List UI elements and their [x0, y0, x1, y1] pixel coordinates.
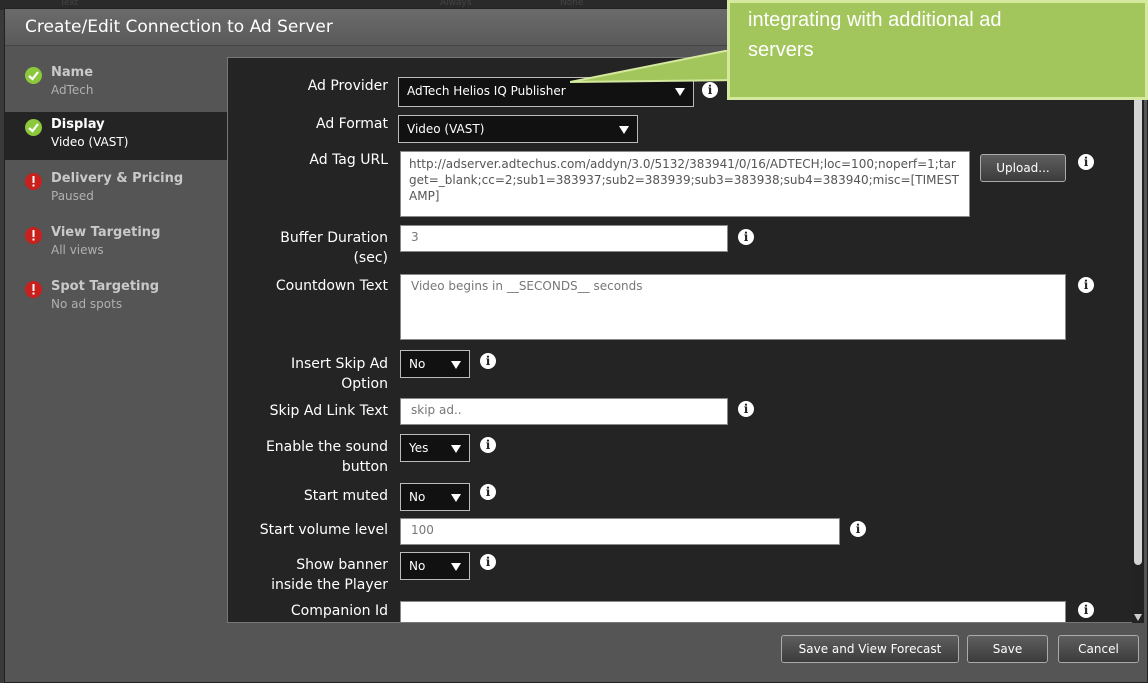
- buffer-duration-label: Buffer Duration (sec): [228, 228, 388, 268]
- info-icon[interactable]: i: [850, 521, 866, 537]
- sound-button-select[interactable]: Yes: [400, 434, 470, 462]
- scrollbar-thumb[interactable]: [1134, 97, 1142, 565]
- chevron-down-icon: [619, 126, 629, 134]
- info-icon[interactable]: i: [480, 484, 496, 500]
- connection-dialog: Create/Edit Connection to Ad Server Name…: [4, 8, 1148, 683]
- start-muted-select[interactable]: No: [400, 483, 470, 511]
- show-banner-select[interactable]: No: [400, 552, 470, 580]
- display-form-panel: Ad Provider AdTech Helios IQ Publisher i…: [227, 57, 1138, 623]
- sidebar-item-sub: All views: [51, 243, 104, 257]
- alert-icon: [25, 173, 42, 190]
- ad-format-select[interactable]: Video (VAST): [398, 115, 638, 143]
- info-icon[interactable]: i: [480, 353, 496, 369]
- callout-tooltip: integrating with additional ad servers: [727, 0, 1148, 100]
- label-line: (sec): [353, 250, 388, 266]
- show-banner-label: Show banner inside the Player: [228, 555, 388, 595]
- info-icon[interactable]: i: [480, 437, 496, 453]
- sidebar-item-display[interactable]: Display Video (VAST): [5, 112, 231, 160]
- callout-line: integrating with additional ad: [748, 9, 1002, 31]
- start-muted-value: No: [409, 490, 426, 504]
- start-volume-label: Start volume level: [259, 522, 388, 538]
- background-text: Always: [440, 0, 472, 8]
- dialog-title: Create/Edit Connection to Ad Server: [25, 17, 333, 37]
- sidebar-item-label: Display: [51, 117, 105, 132]
- ad-provider-value: AdTech Helios IQ Publisher: [407, 84, 566, 98]
- save-and-view-forecast-button[interactable]: Save and View Forecast: [781, 635, 959, 663]
- chevron-down-icon: [451, 563, 461, 571]
- info-icon[interactable]: i: [1078, 154, 1094, 170]
- countdown-text-label: Countdown Text: [275, 278, 388, 294]
- label-line: Option: [341, 376, 388, 392]
- label-line: Insert Skip Ad: [290, 356, 388, 372]
- sidebar-item-name[interactable]: Name AdTech: [5, 60, 227, 108]
- ad-provider-label: Ad Provider: [307, 78, 388, 94]
- callout-pointer: [570, 50, 740, 83]
- start-volume-field[interactable]: 100: [400, 518, 840, 545]
- sound-button-value: Yes: [409, 441, 429, 455]
- form-scrollbar[interactable]: [1132, 57, 1144, 623]
- insert-skip-label: Insert Skip Ad Option: [228, 354, 388, 394]
- insert-skip-value: No: [409, 357, 426, 371]
- background-text: None: [560, 0, 584, 8]
- alert-icon: [25, 227, 42, 244]
- ad-tag-url-label: Ad Tag URL: [309, 152, 388, 168]
- alert-icon: [25, 281, 42, 298]
- skip-link-text-label: Skip Ad Link Text: [269, 403, 388, 419]
- companion-id-label: Companion Id: [290, 603, 388, 619]
- sidebar-item-spot-targeting[interactable]: Spot Targeting No ad spots: [5, 274, 227, 322]
- label-line: Show banner: [296, 557, 388, 573]
- skip-link-text-field[interactable]: skip ad..: [400, 398, 728, 425]
- chevron-down-icon: [451, 445, 461, 453]
- sound-button-label: Enable the sound button: [228, 437, 388, 477]
- chevron-down-icon: [451, 494, 461, 502]
- sidebar-item-label: Name: [51, 65, 94, 80]
- show-banner-value: No: [409, 559, 426, 573]
- info-icon[interactable]: i: [738, 401, 754, 417]
- buffer-duration-field[interactable]: 3: [400, 225, 728, 252]
- ad-tag-url-field[interactable]: http://adserver.adtechus.com/addyn/3.0/5…: [400, 151, 970, 217]
- info-icon[interactable]: i: [480, 554, 496, 570]
- sidebar-item-label: View Targeting: [51, 225, 161, 240]
- start-muted-label: Start muted: [303, 488, 388, 504]
- upload-button[interactable]: Upload...: [980, 154, 1066, 182]
- insert-skip-select[interactable]: No: [400, 350, 470, 378]
- label-line: Enable the sound: [265, 439, 388, 455]
- check-icon: [25, 67, 42, 84]
- sidebar-item-view-targeting[interactable]: View Targeting All views: [5, 220, 227, 268]
- wizard-sidebar: Name AdTech Display Video (VAST) Deliver…: [5, 46, 231, 626]
- background-text: Text: [60, 0, 79, 8]
- scroll-down-icon[interactable]: [1134, 614, 1142, 621]
- label-line: button: [341, 459, 388, 475]
- ad-format-value: Video (VAST): [407, 122, 485, 136]
- info-icon[interactable]: i: [738, 229, 754, 245]
- info-icon[interactable]: i: [1078, 277, 1094, 293]
- sidebar-item-sub: Paused: [51, 189, 94, 203]
- sidebar-item-sub: AdTech: [51, 83, 94, 97]
- callout-line: servers: [748, 39, 814, 61]
- sidebar-item-delivery-pricing[interactable]: Delivery & Pricing Paused: [5, 166, 227, 214]
- sidebar-item-sub: No ad spots: [51, 297, 123, 311]
- companion-id-field[interactable]: [400, 601, 1066, 622]
- callout-text: integrating with additional ad servers: [748, 5, 1002, 65]
- info-icon[interactable]: i: [1078, 602, 1094, 618]
- chevron-down-icon: [451, 361, 461, 369]
- label-line: Buffer Duration: [280, 230, 388, 246]
- check-icon: [25, 119, 42, 136]
- save-button[interactable]: Save: [967, 635, 1048, 663]
- sidebar-item-sub: Video (VAST): [51, 135, 129, 149]
- sidebar-item-label: Delivery & Pricing: [51, 171, 184, 186]
- sidebar-item-label: Spot Targeting: [51, 279, 160, 294]
- ad-format-label: Ad Format: [315, 116, 388, 132]
- countdown-text-field[interactable]: Video begins in __SECONDS__ seconds: [400, 274, 1066, 340]
- label-line: inside the Player: [271, 577, 388, 593]
- cancel-button[interactable]: Cancel: [1058, 635, 1139, 663]
